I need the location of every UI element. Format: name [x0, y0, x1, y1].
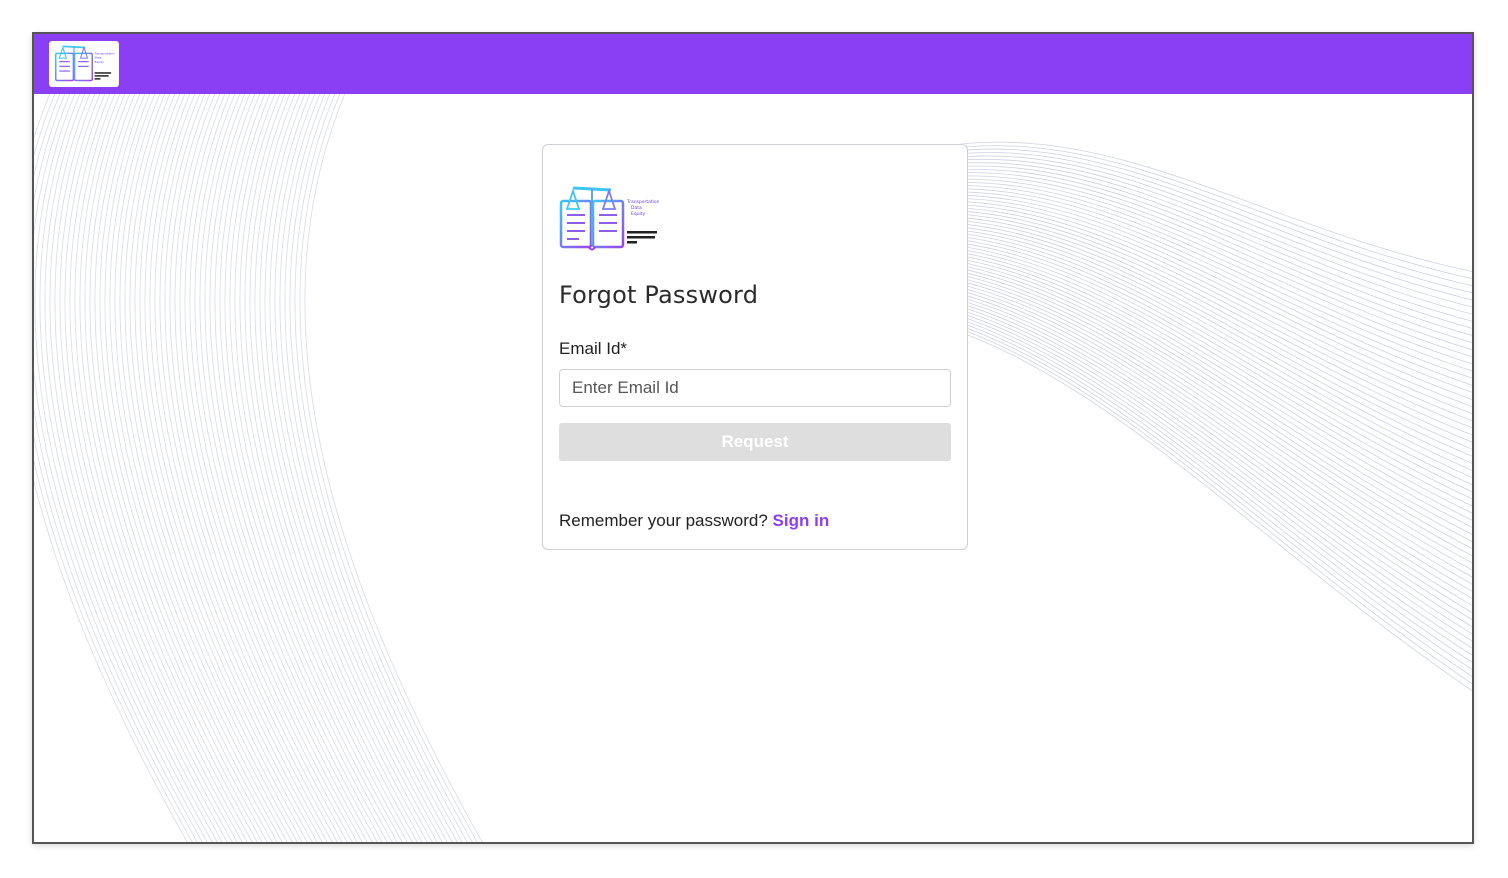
remember-password-text: Remember your password? — [559, 511, 768, 530]
svg-text:Data: Data — [95, 56, 102, 60]
sign-in-link[interactable]: Sign in — [773, 511, 830, 530]
app-window: Transportation Data Equity Transportatio… — [32, 32, 1474, 844]
remember-password-row: Remember your password? Sign in — [559, 511, 829, 531]
email-label: Email Id* — [559, 339, 628, 358]
justice-scales-book-logo-icon: Transportation Data Equity — [559, 186, 659, 251]
forgot-password-card: Transportation Data Equity Forgot Passwo… — [542, 144, 968, 550]
svg-text:Equity: Equity — [95, 60, 105, 64]
page-title: Forgot Password — [559, 281, 759, 309]
email-input[interactable] — [559, 369, 951, 407]
svg-text:Transportation: Transportation — [94, 52, 115, 56]
svg-text:Data: Data — [631, 205, 642, 211]
request-button[interactable]: Request — [559, 423, 951, 461]
svg-text:Transportation: Transportation — [626, 199, 659, 205]
svg-text:Equity: Equity — [631, 211, 646, 217]
justice-scales-book-logo-icon: Transportation Data Equity — [55, 45, 115, 82]
header-logo[interactable]: Transportation Data Equity — [49, 41, 119, 87]
top-navbar: Transportation Data Equity — [34, 34, 1472, 94]
